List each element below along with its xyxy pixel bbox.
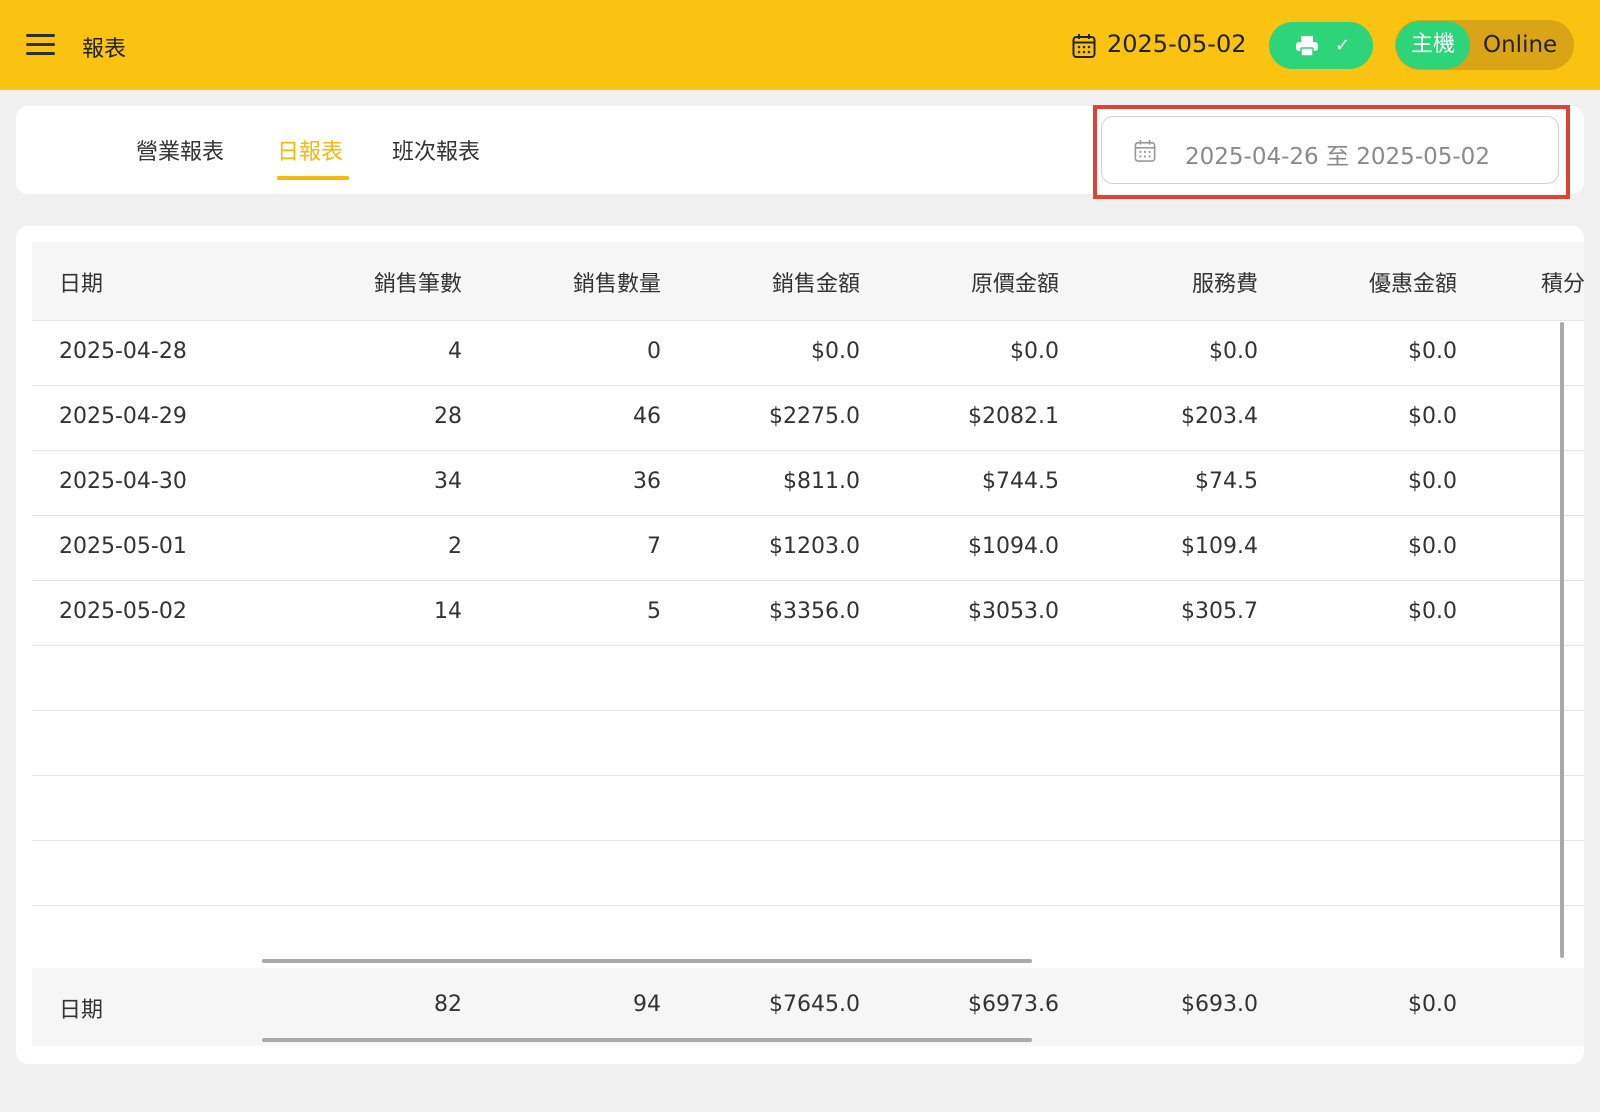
table-header: 日期 銷售筆數 銷售數量 銷售金額 原價金額 服務費 優惠金額 積分 xyxy=(32,242,1584,320)
row-discount: $0.0 xyxy=(1408,469,1457,494)
row-sales-count: 14 xyxy=(434,599,462,624)
row-original-amount: $2082.1 xyxy=(968,404,1059,429)
tab-business-report[interactable]: 營業報表 xyxy=(136,134,224,166)
row-original-amount: $3053.0 xyxy=(968,599,1059,624)
footer-horizontal-scrollbar[interactable] xyxy=(262,1038,1032,1042)
row-date: 2025-05-01 xyxy=(59,534,187,559)
total-sales-count: 82 xyxy=(434,992,462,1017)
table-row[interactable]: 2025-05-02 14 5 $3356.0 $3053.0 $305.7 $… xyxy=(32,580,1584,645)
calendar-icon xyxy=(1134,140,1156,162)
online-label: Online xyxy=(1483,32,1558,58)
row-sales-amount: $0.0 xyxy=(811,339,860,364)
check-icon: ✓ xyxy=(1335,35,1351,56)
active-tab-indicator xyxy=(277,176,349,180)
horizontal-scrollbar[interactable] xyxy=(262,959,1032,963)
row-sales-qty: 36 xyxy=(633,469,661,494)
tab-shift-report[interactable]: 班次報表 xyxy=(392,134,480,166)
total-original-amount: $6973.6 xyxy=(968,992,1059,1017)
column-header-points: 積分 xyxy=(1541,272,1584,297)
row-date: 2025-04-29 xyxy=(59,404,187,429)
printer-status-button[interactable]: ✓ xyxy=(1269,22,1373,69)
row-service-fee: $305.7 xyxy=(1181,599,1258,624)
table-row[interactable]: 2025-04-29 28 46 $2275.0 $2082.1 $203.4 … xyxy=(32,385,1584,450)
total-service-fee: $693.0 xyxy=(1181,992,1258,1017)
row-sales-count: 28 xyxy=(434,404,462,429)
row-service-fee: $203.4 xyxy=(1181,404,1258,429)
menu-icon[interactable] xyxy=(26,33,56,57)
empty-row xyxy=(32,645,1584,710)
table-row[interactable]: 2025-04-28 4 0 $0.0 $0.0 $0.0 $0.0 xyxy=(32,320,1584,385)
row-sales-count: 2 xyxy=(448,534,462,559)
row-original-amount: $744.5 xyxy=(982,469,1059,494)
total-sales-amount: $7645.0 xyxy=(769,992,860,1017)
row-service-fee: $109.4 xyxy=(1181,534,1258,559)
table-row[interactable]: 2025-04-30 34 36 $811.0 $744.5 $74.5 $0.… xyxy=(32,450,1584,515)
row-service-fee: $74.5 xyxy=(1195,469,1258,494)
column-header-service-fee: 服務費 xyxy=(1191,272,1258,297)
column-header-date: 日期 xyxy=(59,272,104,297)
calendar-icon xyxy=(1072,34,1096,58)
row-sales-qty: 0 xyxy=(647,339,661,364)
row-sales-amount: $1203.0 xyxy=(769,534,860,559)
table-row[interactable]: 2025-05-01 2 7 $1203.0 $1094.0 $109.4 $0… xyxy=(32,515,1584,580)
host-label: 主機 xyxy=(1396,21,1470,69)
row-date: 2025-04-30 xyxy=(59,469,187,494)
vertical-scrollbar[interactable] xyxy=(1560,322,1564,958)
column-header-sales-count: 銷售筆數 xyxy=(373,272,462,297)
date-range-picker[interactable]: 2025-04-26 至 2025-05-02 xyxy=(1101,116,1559,184)
row-sales-amount: $2275.0 xyxy=(769,404,860,429)
row-discount: $0.0 xyxy=(1408,404,1457,429)
column-header-original-amount: 原價金額 xyxy=(970,272,1059,297)
row-sales-count: 4 xyxy=(448,339,462,364)
row-sales-amount: $811.0 xyxy=(783,469,860,494)
row-discount: $0.0 xyxy=(1408,599,1457,624)
total-discount: $0.0 xyxy=(1408,992,1457,1017)
row-sales-amount: $3356.0 xyxy=(769,599,860,624)
table-footer-totals: 日期 82 94 $7645.0 $6973.6 $693.0 $0.0 xyxy=(32,968,1584,1046)
row-service-fee: $0.0 xyxy=(1209,339,1258,364)
date-range-text: 2025-04-26 至 2025-05-02 xyxy=(1185,144,1490,170)
row-sales-qty: 7 xyxy=(647,534,661,559)
printer-icon xyxy=(1296,36,1318,57)
page-title: 報表 xyxy=(82,37,127,62)
row-date: 2025-04-28 xyxy=(59,339,187,364)
row-discount: $0.0 xyxy=(1408,339,1457,364)
row-sales-count: 34 xyxy=(434,469,462,494)
total-sales-qty: 94 xyxy=(633,992,661,1017)
empty-row xyxy=(32,775,1584,840)
row-date: 2025-05-02 xyxy=(59,599,187,624)
top-bar: 報表 2025-05-02 ✓ 主機 Online xyxy=(0,0,1600,90)
row-original-amount: $1094.0 xyxy=(968,534,1059,559)
row-sales-qty: 46 xyxy=(633,404,661,429)
connection-status-toggle[interactable]: 主機 Online xyxy=(1395,20,1574,70)
footer-label: 日期 xyxy=(59,998,104,1023)
daily-report-table: 日期 銷售筆數 銷售數量 銷售金額 原價金額 服務費 優惠金額 積分 2025-… xyxy=(16,226,1584,1064)
empty-row xyxy=(32,840,1584,905)
tab-daily-report[interactable]: 日報表 xyxy=(277,134,343,166)
column-header-discount: 優惠金額 xyxy=(1368,272,1457,297)
empty-row xyxy=(32,710,1584,775)
row-sales-qty: 5 xyxy=(647,599,661,624)
column-header-sales-amount: 銷售金額 xyxy=(771,272,860,297)
current-date: 2025-05-02 xyxy=(1107,30,1247,58)
row-discount: $0.0 xyxy=(1408,534,1457,559)
column-header-sales-qty: 銷售數量 xyxy=(572,272,661,297)
row-original-amount: $0.0 xyxy=(1010,339,1059,364)
